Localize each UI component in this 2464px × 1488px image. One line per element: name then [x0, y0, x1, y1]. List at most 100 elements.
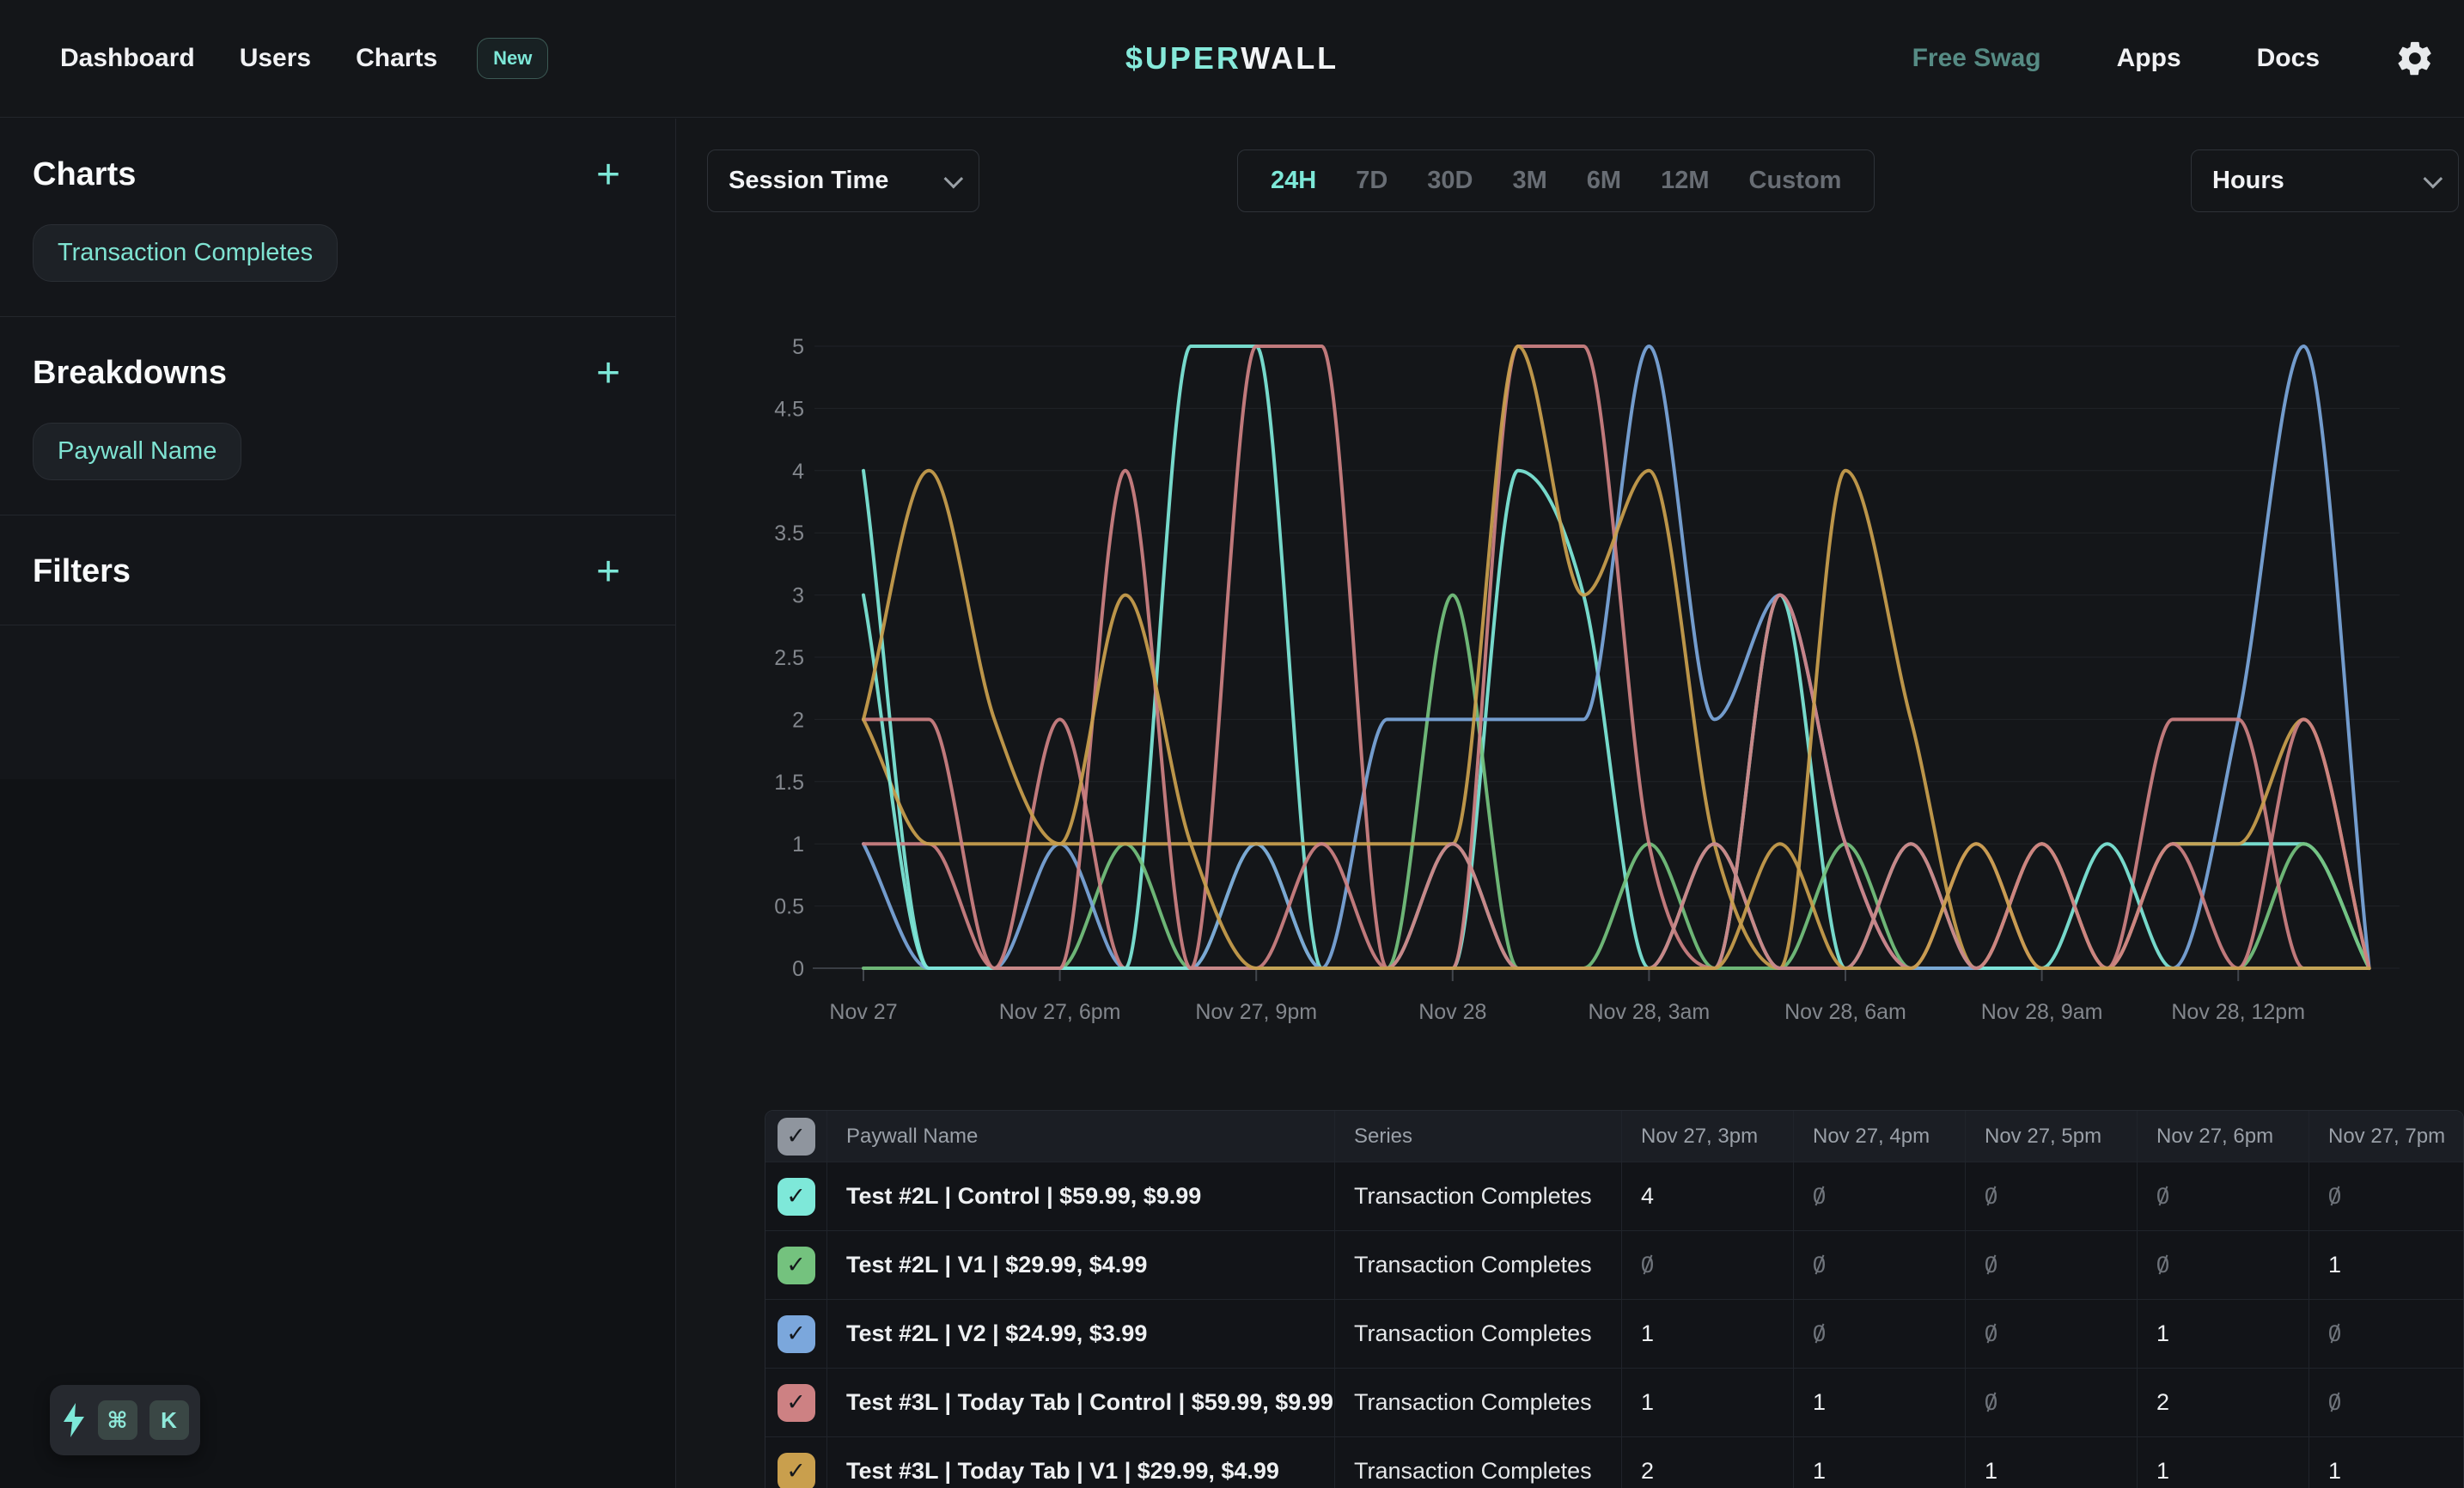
chart-svg: 00.511.522.533.544.55Nov 27Nov 27, 6pmNo… [763, 326, 2464, 1040]
y-tick-label: 4 [792, 460, 804, 484]
lightning-icon [62, 1403, 86, 1437]
x-tick-label: Nov 27, 9pm [1195, 1000, 1317, 1024]
sidebar: Charts + Transaction Completes Breakdown… [0, 119, 676, 1488]
value-cell: 0 [1794, 1162, 1966, 1230]
row-checkbox-cell: ✓ [765, 1300, 827, 1368]
range-tab-7d[interactable]: 7D [1356, 167, 1388, 195]
y-tick-label: 3.5 [774, 521, 804, 546]
value: 0 [1985, 1183, 1997, 1210]
value-cell: 0 [1794, 1300, 1966, 1368]
row-checkbox[interactable]: ✓ [778, 1178, 815, 1216]
paywall-name-cell: Test #3L | Today Tab | Control | $59.99,… [827, 1369, 1335, 1436]
unit-select[interactable]: Hours [2191, 149, 2459, 212]
column-header: Nov 27, 4pm [1794, 1111, 1966, 1162]
nav-item-docs[interactable]: Docs [2257, 44, 2320, 73]
time-range-group: 24H 7D 30D 3M 6M 12M Custom [1237, 149, 1875, 212]
row-checkbox[interactable]: ✓ [778, 1247, 815, 1284]
series-cell: Transaction Completes [1335, 1437, 1622, 1488]
value-cell: 1 [1966, 1437, 2138, 1488]
value: 0 [1813, 1252, 1826, 1278]
chip-paywall-name[interactable]: Paywall Name [33, 423, 241, 480]
value-cell: 0 [1622, 1231, 1794, 1299]
value-cell: 1 [1794, 1437, 1966, 1488]
cmd-keycap: ⌘ [98, 1400, 137, 1440]
value-cell: 0 [1794, 1231, 1966, 1299]
chip-transaction-completes[interactable]: Transaction Completes [33, 224, 338, 282]
value-cell: 1 [1622, 1369, 1794, 1436]
value: 0 [2156, 1183, 2169, 1210]
nav-item-users[interactable]: Users [240, 44, 311, 73]
value: 2 [1641, 1458, 1654, 1485]
chevron-down-icon [2424, 168, 2443, 188]
value: 1 [2156, 1458, 2169, 1485]
y-tick-label: 3 [792, 584, 804, 608]
column-header: Nov 27, 3pm [1622, 1111, 1794, 1162]
unit-select-value: Hours [2212, 167, 2284, 195]
value: 4 [1641, 1183, 1654, 1210]
value-cell: 0 [2309, 1300, 2464, 1368]
row-checkbox-cell: ✓ [765, 1369, 827, 1436]
sidebar-section-breakdowns: Breakdowns + Paywall Name [0, 317, 675, 515]
nav-item-dashboard[interactable]: Dashboard [60, 44, 195, 73]
nav-item-free-swag[interactable]: Free Swag [1912, 44, 2041, 73]
chevron-down-icon [944, 168, 964, 188]
row-checkbox[interactable]: ✓ [778, 1384, 815, 1422]
value: 1 [2328, 1458, 2341, 1485]
range-tab-6m[interactable]: 6M [1587, 167, 1621, 195]
add-breakdown-button[interactable]: + [574, 357, 643, 391]
x-tick-label: Nov 28, 3am [1589, 1000, 1711, 1024]
value: 1 [1813, 1389, 1826, 1416]
series-cell: Transaction Completes [1335, 1231, 1622, 1299]
table-row: ✓Test #3L | Today Tab | V1 | $29.99, $4.… [765, 1437, 2463, 1488]
table-row: ✓ Test #3L | Today Tab | Control | $59.99… [765, 1369, 2463, 1437]
value-cell: 0 [1966, 1369, 2138, 1436]
column-header: Nov 27, 6pm [2138, 1111, 2309, 1162]
breakdown-table: ✓Paywall NameSeriesNov 27, 3pmNov 27, 4p… [765, 1110, 2464, 1488]
filters-section-title: Filters [33, 553, 131, 590]
value: 0 [1985, 1320, 1997, 1347]
new-badge: New [477, 38, 548, 79]
select-all-checkbox[interactable]: ✓ [778, 1118, 815, 1156]
value: 1 [2156, 1320, 2169, 1347]
value-cell: 0 [2309, 1369, 2464, 1436]
line-chart: 00.511.522.533.544.55Nov 27Nov 27, 6pmNo… [763, 326, 2464, 1040]
value-cell: 1 [1622, 1300, 1794, 1368]
column-header: Nov 27, 5pm [1966, 1111, 2138, 1162]
header-checkbox-cell: ✓ [765, 1111, 827, 1162]
add-chart-button[interactable]: + [574, 158, 643, 192]
superwall-dashboard: Dashboard Users Charts New $UPERWALL Fre… [0, 0, 2464, 1488]
sidebar-section-filters: Filters + [0, 515, 675, 625]
range-tab-12m[interactable]: 12M [1661, 167, 1709, 195]
column-header: Paywall Name [827, 1111, 1335, 1162]
range-tab-30d[interactable]: 30D [1427, 167, 1473, 195]
value-cell: 0 [2138, 1162, 2309, 1230]
add-filter-button[interactable]: + [574, 555, 643, 589]
value-cell: 0 [2138, 1231, 2309, 1299]
value-cell: 1 [2138, 1437, 2309, 1488]
range-tab-24h[interactable]: 24H [1271, 167, 1316, 195]
value: 0 [2328, 1320, 2341, 1347]
row-checkbox-cell: ✓ [765, 1231, 827, 1299]
nav-item-apps[interactable]: Apps [2117, 44, 2181, 73]
series-cell: Transaction Completes [1335, 1300, 1622, 1368]
row-checkbox[interactable]: ✓ [778, 1315, 815, 1353]
value: 1 [1985, 1458, 1997, 1485]
value: 0 [2156, 1252, 2169, 1278]
range-tab-3m[interactable]: 3M [1512, 167, 1546, 195]
nav-item-charts[interactable]: Charts [356, 44, 437, 73]
metric-select[interactable]: Session Time [707, 149, 979, 212]
k-keycap: K [149, 1400, 189, 1440]
command-palette-button[interactable]: ⌘ K [50, 1385, 200, 1455]
range-tab-custom[interactable]: Custom [1749, 167, 1842, 195]
value-cell: 0 [1966, 1231, 2138, 1299]
table-row: ✓ Test #2L | V2 | $24.99, $3.99Transactio… [765, 1300, 2463, 1369]
value-cell: 0 [1966, 1300, 2138, 1368]
row-checkbox[interactable]: ✓ [778, 1453, 815, 1488]
sidebar-empty-area [0, 779, 675, 1488]
paywall-name-cell: Test #2L | V1 | $29.99, $4.99 [827, 1231, 1335, 1299]
x-tick-label: Nov 27 [829, 1000, 897, 1024]
value-cell: 1 [2309, 1437, 2464, 1488]
gear-icon[interactable] [2395, 39, 2435, 78]
sidebar-section-charts: Charts + Transaction Completes [0, 119, 675, 317]
paywall-name-cell: Test #2L | V2 | $24.99, $3.99 [827, 1300, 1335, 1368]
